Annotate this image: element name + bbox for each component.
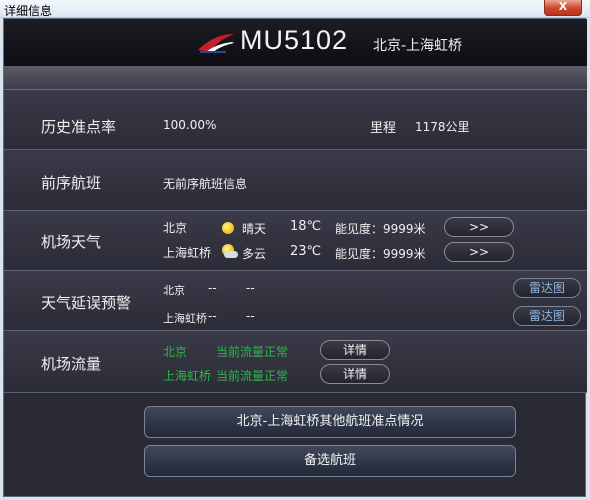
weather-visibility-beijing: 能见度：9999米	[335, 222, 426, 236]
header-divider-bar	[4, 66, 587, 90]
delay-city-beijing: 北京	[163, 284, 185, 297]
weather-detail-button-beijing[interactable]: >>	[444, 217, 514, 237]
previous-flight-label: 前序航班	[41, 174, 102, 192]
window-titlebar: 详细信息 X	[0, 0, 590, 18]
weather-city-shanghai: 上海虹桥	[163, 246, 212, 260]
ontime-row: 历史准点率 100.00% 里程 1178公里	[4, 90, 587, 150]
alternate-flights-button[interactable]: 备选航班	[144, 445, 516, 477]
weather-condition-beijing: 晴天	[242, 222, 267, 236]
traffic-city-shanghai: 上海虹桥	[163, 369, 212, 383]
delay-value2-shanghai: --	[246, 309, 255, 323]
weather-row: 机场天气 北京 晴天 18℃ 能见度：9999米 >> 上海虹桥 多云 23℃ …	[4, 211, 587, 271]
weather-visibility-shanghai: 能见度：9999米	[335, 247, 426, 261]
radar-button-shanghai[interactable]: 雷达图	[513, 306, 581, 326]
window-title: 详细信息	[4, 4, 53, 18]
traffic-detail-button-beijing[interactable]: 详情	[320, 340, 390, 360]
delay-warning-row: 天气延误预警 北京 -- -- 雷达图 上海虹桥 -- -- 雷达图	[4, 271, 587, 331]
radar-button-beijing[interactable]: 雷达图	[513, 278, 581, 298]
close-button[interactable]: X	[544, 0, 582, 16]
previous-flight-value: 无前序航班信息	[163, 177, 248, 191]
flight-header: MU5102 北京-上海虹桥	[4, 19, 587, 66]
ontime-value: 100.00%	[163, 118, 217, 132]
weather-city-beijing: 北京	[163, 221, 188, 235]
delay-city-shanghai: 上海虹桥	[163, 312, 207, 325]
traffic-detail-button-shanghai[interactable]: 详情	[320, 364, 390, 384]
delay-value1-shanghai: --	[208, 309, 217, 323]
traffic-label: 机场流量	[41, 355, 102, 373]
delay-value2-beijing: --	[246, 281, 255, 295]
detail-panel: MU5102 北京-上海虹桥 历史准点率 100.00% 里程 1178公里 前…	[3, 18, 587, 497]
weather-detail-button-shanghai[interactable]: >>	[444, 242, 514, 262]
airline-logo-icon	[198, 34, 234, 53]
flight-number: MU5102	[240, 25, 349, 55]
traffic-row: 机场流量 北京 当前流量正常 详情 上海虹桥 当前流量正常 详情	[4, 331, 587, 393]
weather-temp-beijing: 18℃	[290, 219, 322, 234]
traffic-status-shanghai: 当前流量正常	[216, 369, 289, 383]
previous-flight-row: 前序航班 无前序航班信息	[4, 150, 587, 211]
traffic-status-beijing: 当前流量正常	[216, 345, 289, 359]
other-flights-ontime-button[interactable]: 北京-上海虹桥其他航班准点情况	[144, 406, 516, 438]
weather-temp-shanghai: 23℃	[290, 244, 322, 259]
flight-route: 北京-上海虹桥	[373, 38, 463, 54]
ontime-label: 历史准点率	[41, 118, 117, 136]
distance-label: 里程	[370, 121, 397, 136]
weather-label: 机场天气	[41, 233, 102, 251]
traffic-city-beijing: 北京	[163, 345, 188, 359]
delay-warning-label: 天气延误预警	[41, 294, 132, 312]
distance-value: 1178公里	[415, 120, 470, 134]
sun-icon	[222, 222, 234, 234]
weather-condition-shanghai: 多云	[242, 247, 267, 261]
delay-value1-beijing: --	[208, 281, 217, 295]
